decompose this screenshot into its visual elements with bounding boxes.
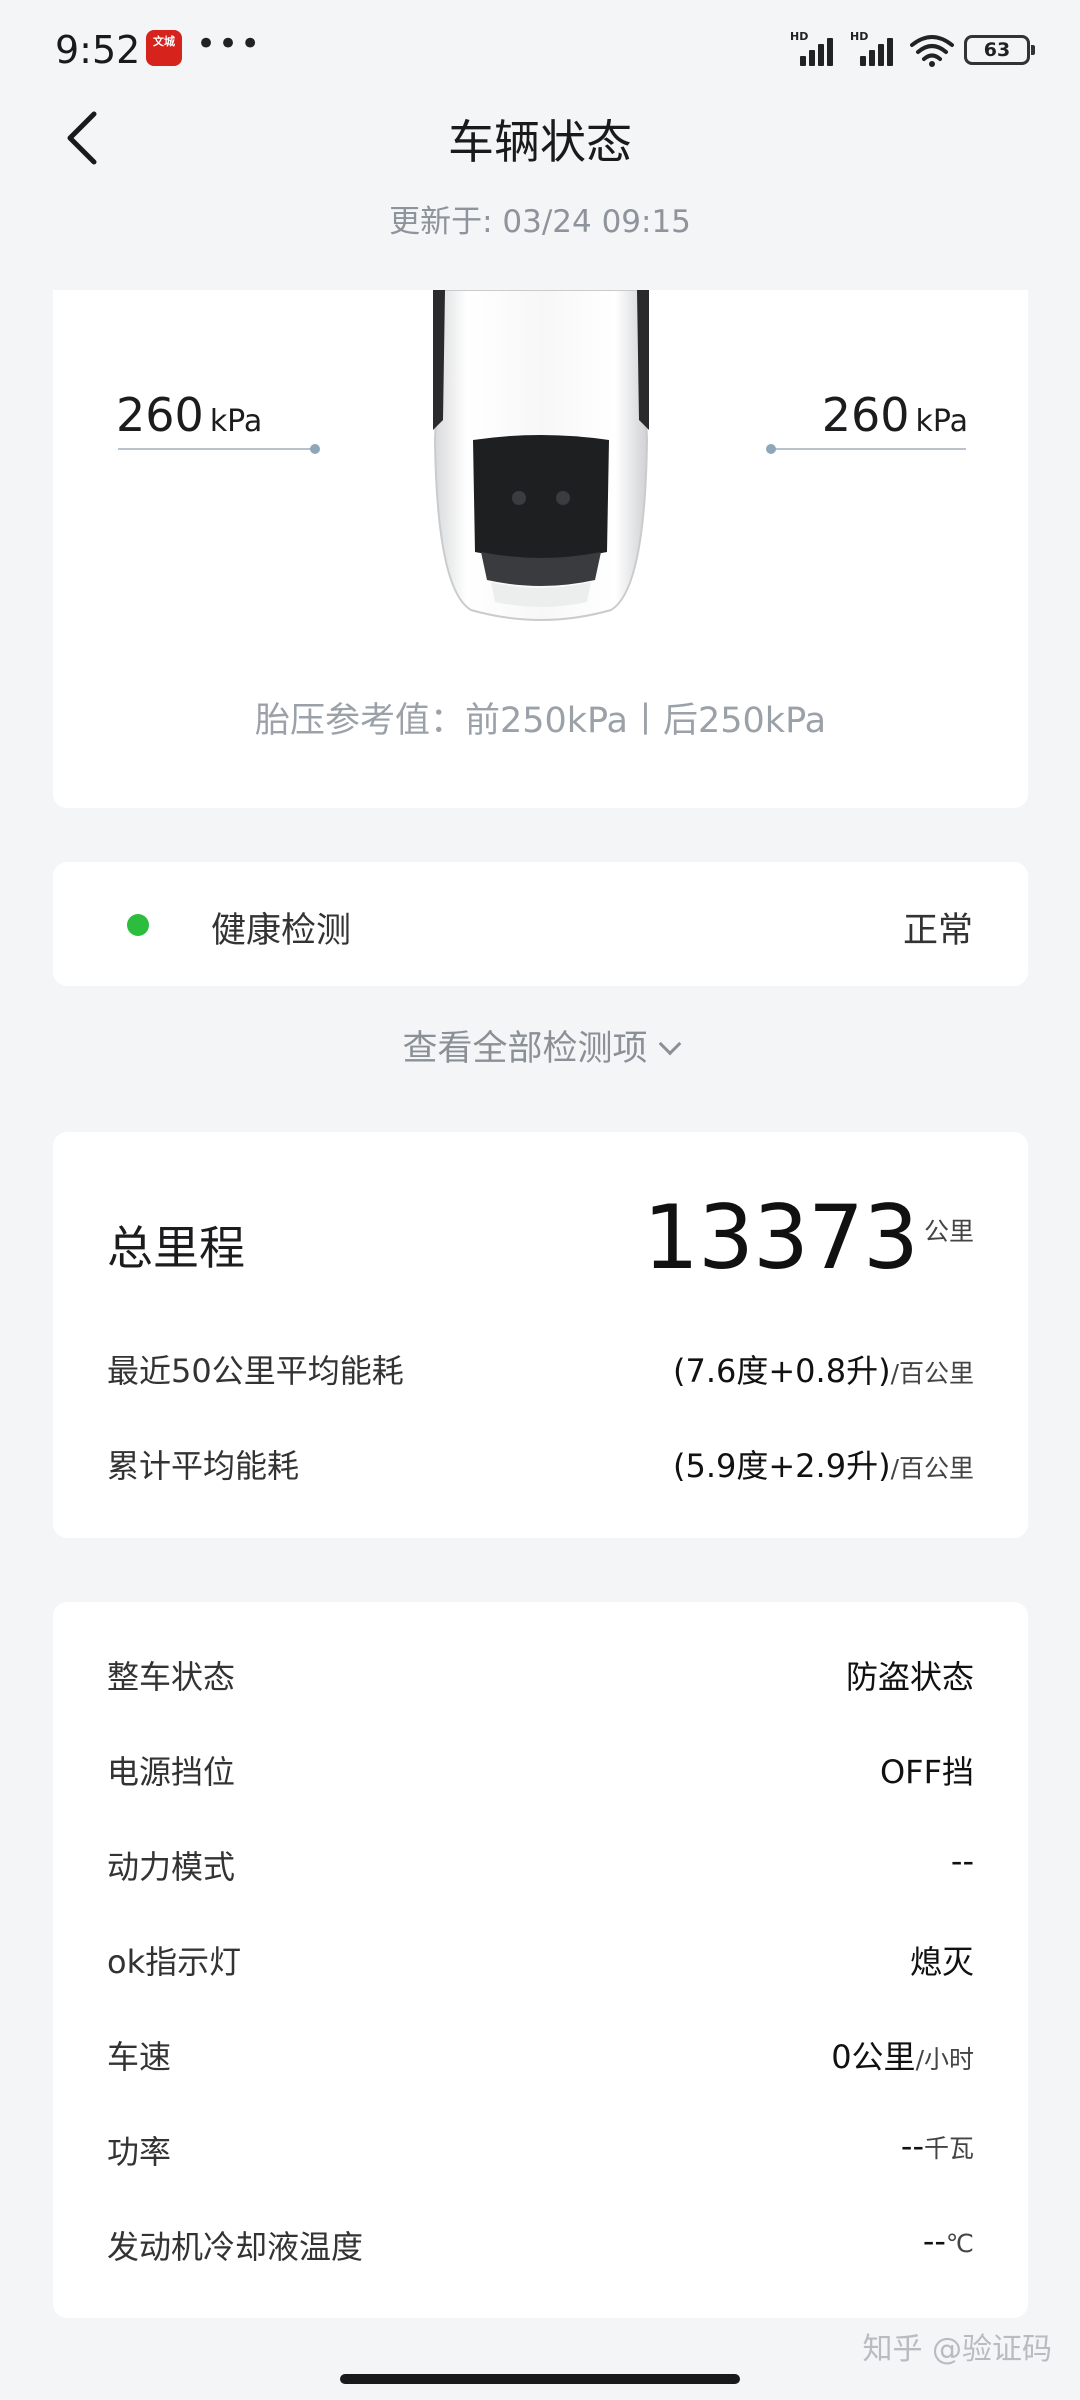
tire-pointer-line-right xyxy=(771,448,966,450)
total-mileage-value: 13373 xyxy=(643,1186,919,1289)
status-row-label: 电源挡位 xyxy=(107,1753,236,1791)
tire-pointer-line-left xyxy=(118,448,316,450)
update-time: 更新于: 03/24 09:15 xyxy=(389,204,691,240)
status-row-label: 车速 xyxy=(107,2038,172,2076)
home-indicator[interactable] xyxy=(340,2374,740,2384)
more-notifications-icon: ••• xyxy=(196,24,263,64)
tire-pointer-dot-left xyxy=(310,444,320,454)
status-row-label: 发动机冷却液温度 xyxy=(107,2228,364,2266)
app-notification-icon: 文城 xyxy=(146,30,182,66)
status-row-value: 0公里/小时 xyxy=(831,2038,974,2076)
cumulative-consumption-value: (5.9度+2.9升)/百公里 xyxy=(672,1447,974,1485)
total-mileage-label: 总里程 xyxy=(107,1221,245,1275)
status-row-value: --℃ xyxy=(922,2222,974,2260)
recent-consumption-label: 最近50公里平均能耗 xyxy=(107,1352,404,1390)
status-row-value: 防盗状态 xyxy=(845,1658,974,1696)
health-check-card[interactable]: 健康检测 正常 xyxy=(53,862,1028,986)
battery-icon: 63 xyxy=(964,35,1035,65)
tire-pressure-card: 260 kPa 260 kPa 胎压参考值：前250kPa丨后250kPa xyxy=(53,290,1028,808)
status-row-label: 动力模式 xyxy=(107,1848,236,1886)
tire-pointer-dot-right xyxy=(766,444,776,454)
cumulative-consumption-label: 累计平均能耗 xyxy=(107,1447,300,1485)
status-row-value: -- xyxy=(950,1842,974,1880)
health-check-label: 健康检测 xyxy=(211,911,352,951)
status-row-label: ok指示灯 xyxy=(107,1943,242,1981)
signal-icon-2: HD xyxy=(850,30,900,68)
health-check-status: 正常 xyxy=(902,911,973,951)
status-time: 9:52 xyxy=(55,28,141,72)
car-top-view-image xyxy=(433,290,649,621)
chevron-down-icon xyxy=(658,1032,681,1056)
front-right-tire-pressure: 260 kPa xyxy=(821,388,968,442)
health-status-indicator xyxy=(127,914,149,936)
vehicle-status-card: 整车状态 防盗状态 电源挡位 OFF挡 动力模式 -- ok指示灯 熄灭 车速 … xyxy=(53,1602,1028,2318)
recent-consumption-value: (7.6度+0.8升)/百公里 xyxy=(672,1352,974,1390)
total-mileage: 13373 公里 xyxy=(643,1188,974,1288)
status-row-value: OFF挡 xyxy=(879,1753,974,1791)
mileage-card: 总里程 13373 公里 最近50公里平均能耗 (7.6度+0.8升)/百公里 … xyxy=(53,1132,1028,1538)
signal-icon: HD xyxy=(790,30,840,68)
front-left-tire-pressure: 260 kPa xyxy=(116,388,263,442)
view-all-checks-button[interactable]: 查看全部检测项 xyxy=(0,1020,1080,1071)
status-row-label: 整车状态 xyxy=(107,1658,236,1696)
page-title: 车辆状态 xyxy=(448,115,632,169)
watermark: 知乎 @验证码 xyxy=(862,2332,1052,2367)
status-row-label: 功率 xyxy=(107,2133,172,2171)
status-row-value: --千瓦 xyxy=(900,2127,974,2165)
total-mileage-unit: 公里 xyxy=(923,1217,974,1246)
status-row-value: 熄灭 xyxy=(909,1943,974,1981)
tire-pressure-reference: 胎压参考值：前250kPa丨后250kPa xyxy=(254,701,827,741)
status-icons: HD HD 63 xyxy=(790,30,1035,70)
wifi-icon xyxy=(910,35,954,67)
status-bar: 9:52 文城 ••• HD HD 63 xyxy=(0,0,1080,100)
